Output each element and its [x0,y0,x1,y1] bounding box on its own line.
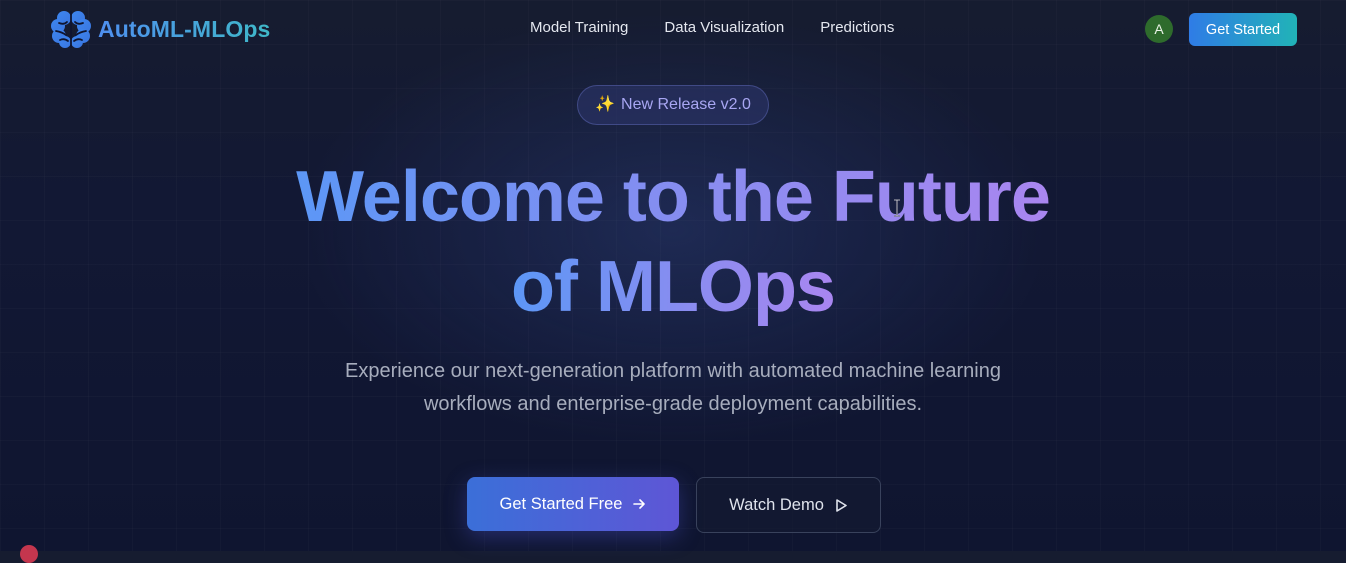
nav-link-predictions[interactable]: Predictions [820,19,894,36]
brand-logo-link[interactable]: AutoML-MLOps [50,9,270,49]
brand-name: AutoML-MLOps [98,15,271,42]
release-badge-text: New Release v2.0 [621,96,751,113]
watch-demo-label: Watch Demo [729,495,824,514]
navbar: AutoML-MLOps Model Training Data Visuali… [0,0,1346,58]
nav-get-started-button[interactable]: Get Started [1189,13,1297,46]
hero-title-line-1: Welcome to the Future [296,152,1051,242]
text-cursor-icon [894,199,900,217]
user-avatar[interactable]: A [1145,15,1173,43]
sparkles-icon: ✨ [595,96,616,113]
watch-demo-button[interactable]: Watch Demo [696,477,881,533]
get-started-free-button[interactable]: Get Started Free [467,477,679,531]
nav-link-model-training[interactable]: Model Training [530,19,628,36]
arrow-right-icon [633,499,646,509]
brain-icon [51,11,91,48]
play-icon [836,498,847,512]
hero-subtitle: Experience our next-generation platform … [345,360,1001,415]
main-nav: Model Training Data Visualization Predic… [530,19,894,36]
new-release-badge[interactable]: ✨ New Release v2.0 [577,85,769,125]
hero-title: Welcome to the Future of MLOps [0,152,1346,332]
get-started-free-label: Get Started Free [499,494,623,513]
nav-link-data-visualization[interactable]: Data Visualization [664,19,784,36]
hero-title-line-2: of MLOps [511,242,836,332]
corner-indicator [20,545,38,563]
